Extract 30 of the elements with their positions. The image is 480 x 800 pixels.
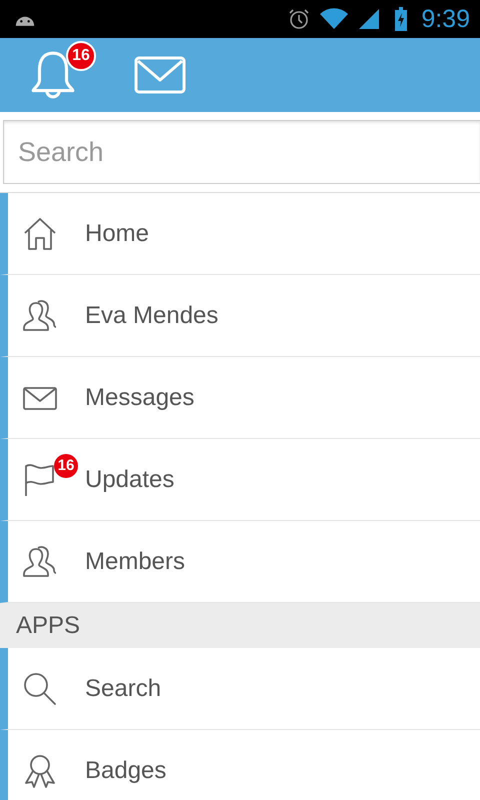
section-title: APPS [16, 612, 80, 640]
search-icon [22, 670, 58, 706]
wifi-icon [319, 7, 350, 31]
menu-item-label: Badges [85, 756, 166, 784]
menu-item[interactable]: Search [0, 648, 480, 730]
count-badge: 16 [54, 454, 78, 478]
menu-item-label: Eva Mendes [85, 302, 218, 330]
signal-icon [357, 7, 382, 31]
battery-icon [395, 7, 408, 31]
menu-item[interactable]: Messages [0, 357, 480, 439]
menu-item[interactable]: Badges [0, 730, 480, 800]
menu-item[interactable]: Eva Mendes [0, 275, 480, 357]
menu-item-label: Search [85, 674, 162, 702]
clock-time: 9:39 [421, 4, 470, 34]
notifications-button[interactable]: 16 [30, 41, 98, 101]
menu-item-label: Home [85, 220, 150, 248]
menu-item-label: Updates [85, 466, 174, 494]
menu-item[interactable]: 16 Updates [0, 439, 480, 521]
alarm-clock-icon [287, 7, 312, 31]
menu-item[interactable]: Home [0, 193, 480, 275]
messages-button[interactable] [134, 56, 186, 94]
home-icon [22, 216, 58, 252]
people-icon [22, 544, 58, 580]
people-icon [22, 298, 58, 334]
menu-item-label: Messages [85, 384, 194, 412]
menu-item-label: Members [85, 548, 186, 576]
mail-icon [134, 56, 186, 94]
award-icon [22, 752, 58, 788]
notification-count-badge: 16 [66, 41, 96, 71]
search-field[interactable]: Search [3, 120, 480, 184]
